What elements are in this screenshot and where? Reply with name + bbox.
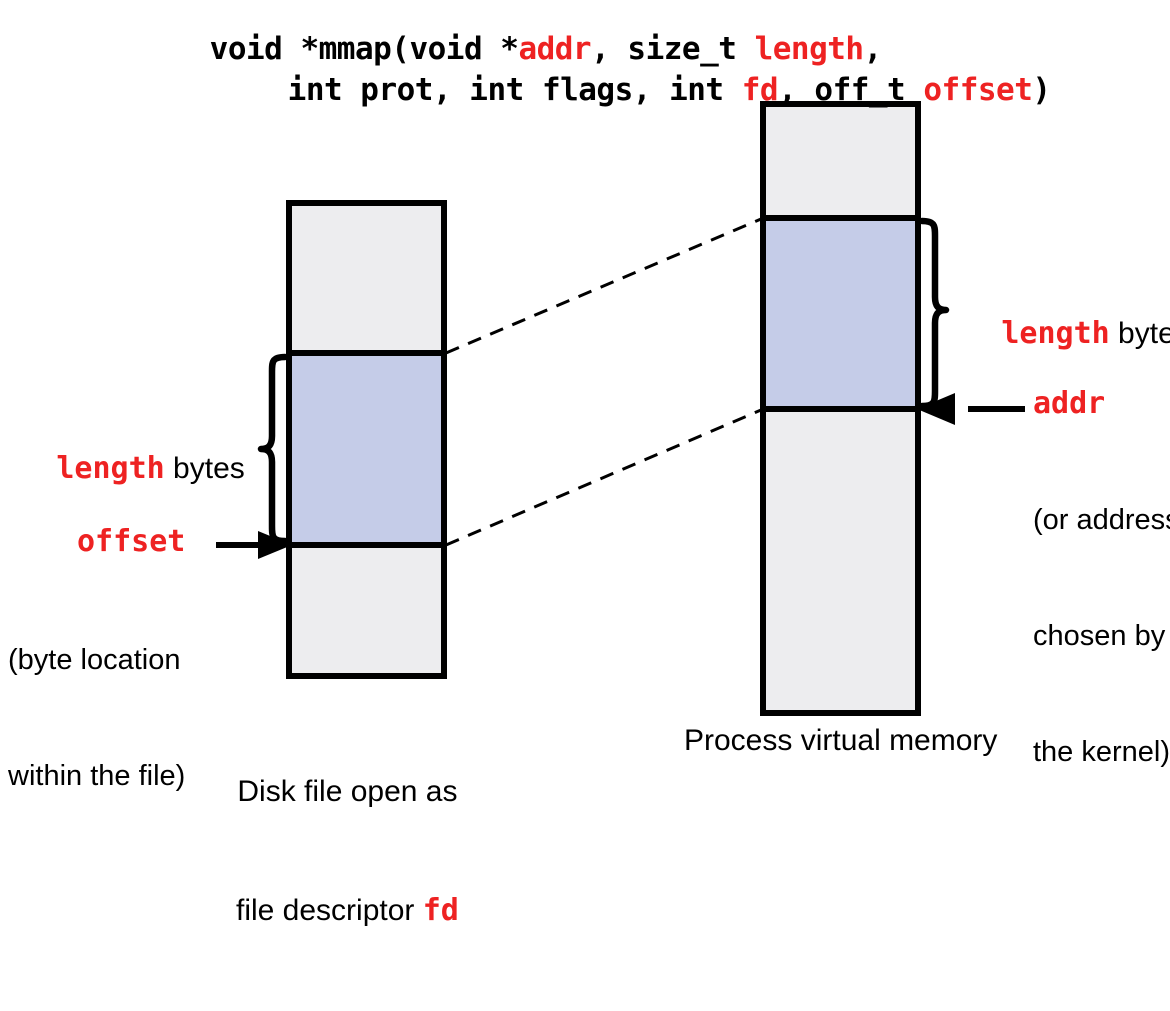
- process-memory-column: [760, 101, 921, 716]
- label-length-param-left: length: [56, 451, 165, 486]
- mapping-connector-lines: [445, 217, 762, 547]
- signature-token-5: , off_t: [778, 72, 924, 108]
- length-brace-right: [918, 217, 950, 410]
- signature-line-2: int prot, int flags, int fd, off_t offse…: [215, 44, 1051, 137]
- caption-process-memory: Process virtual memory: [684, 724, 998, 757]
- mmap-diagram: void *mmap(void *addr, size_t length, in…: [0, 0, 1170, 929]
- note-offset-description: (byte location within the file): [8, 564, 185, 873]
- label-length-bytes-right: length bytes: [968, 289, 1170, 379]
- label-length-suffix-left: bytes: [164, 452, 245, 485]
- signature-token-4: int prot, int flags, int: [287, 72, 742, 108]
- note-offset-line-2: within the file): [8, 759, 186, 792]
- signature-token-6: ): [1032, 72, 1051, 108]
- signature-param-offset: offset: [923, 72, 1033, 108]
- label-length-param-right: length: [1001, 316, 1110, 351]
- caption-disk-file-line-1: Disk file open as: [237, 774, 458, 808]
- file-unmapped-top-region: [289, 203, 444, 353]
- file-mapped-region: [289, 353, 444, 545]
- caption-disk-file-line-2: file descriptor fd: [236, 891, 459, 931]
- caption-fd-param: fd: [422, 893, 459, 929]
- length-brace-left: [257, 353, 289, 545]
- label-addr-param: addr: [1033, 386, 1106, 421]
- mapping-connector-top: [445, 217, 762, 355]
- memory-mapped-region: [763, 218, 918, 409]
- note-addr-description: (or address chosen by the kernel): [1033, 424, 1170, 848]
- label-length-suffix-right: bytes: [1118, 317, 1170, 350]
- label-offset-param: offset: [77, 524, 186, 559]
- offset-arrow: [216, 531, 292, 559]
- caption-disk-file-prefix: file descriptor: [236, 894, 423, 928]
- caption-disk-file: Disk file open as file descriptor fd: [236, 692, 459, 1011]
- disk-file-column: [286, 200, 447, 679]
- note-addr-line-2: chosen by: [1033, 619, 1166, 652]
- label-length-bytes-left: length bytes: [23, 424, 245, 514]
- note-addr-line-3: the kernel): [1033, 735, 1170, 768]
- memory-unmapped-bottom-region: [763, 409, 918, 713]
- note-addr-line-1: (or address: [1033, 504, 1170, 537]
- signature-param-fd: fd: [741, 72, 779, 108]
- file-unmapped-bottom-region: [289, 545, 444, 676]
- mapping-connector-bottom: [445, 408, 762, 547]
- note-offset-line-1: (byte location: [8, 644, 181, 677]
